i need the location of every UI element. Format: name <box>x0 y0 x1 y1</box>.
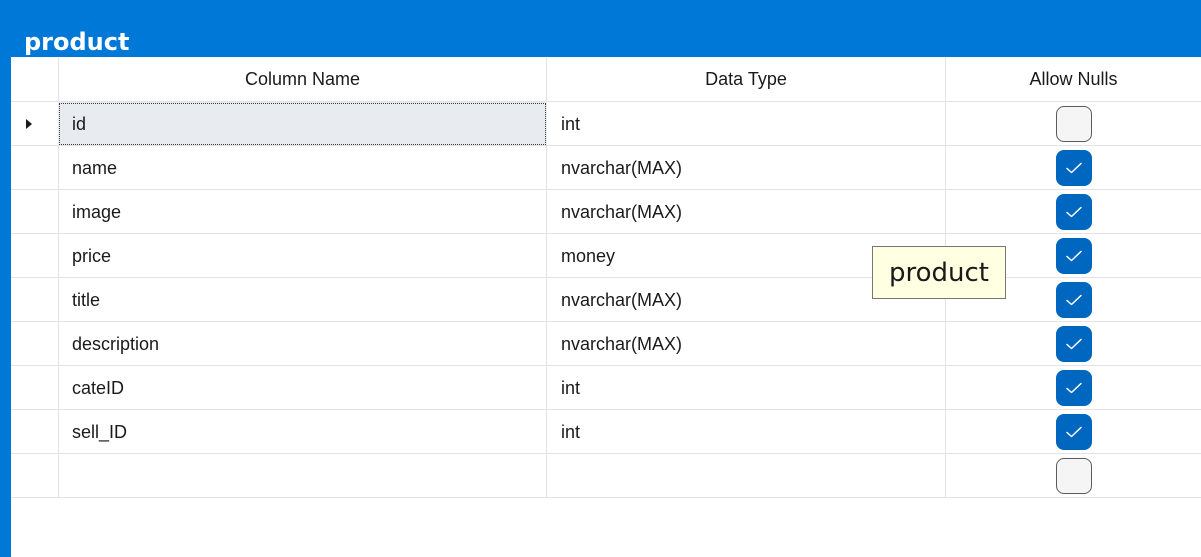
table-title-bar[interactable]: product <box>0 0 1201 57</box>
column-name-cell[interactable]: id <box>58 102 547 146</box>
checkmark-icon <box>1065 250 1082 262</box>
data-type-cell[interactable] <box>547 454 945 498</box>
checkmark-icon <box>1065 294 1082 306</box>
checkmark-icon <box>1065 206 1082 218</box>
table-title: product <box>24 28 130 56</box>
table-row[interactable]: description nvarchar(MAX) <box>11 322 1201 366</box>
allow-nulls-checkbox[interactable] <box>1055 194 1092 230</box>
allow-nulls-checkbox[interactable] <box>1055 150 1092 186</box>
checkmark-icon <box>1065 426 1082 438</box>
row-selector-header[interactable] <box>11 57 58 101</box>
table-name-tooltip: product <box>872 246 1006 299</box>
table-row[interactable]: title nvarchar(MAX) <box>11 278 1201 322</box>
allow-nulls-checkbox[interactable] <box>1055 282 1092 318</box>
column-name-cell[interactable]: name <box>58 146 547 190</box>
allow-nulls-cell <box>946 102 1201 146</box>
data-type-cell[interactable]: nvarchar(MAX) <box>547 146 945 190</box>
allow-nulls-cell <box>946 454 1201 498</box>
allow-nulls-checkbox[interactable] <box>1055 326 1092 362</box>
data-type-cell[interactable]: nvarchar(MAX) <box>547 190 945 234</box>
window-left-border <box>0 0 11 557</box>
data-type-cell[interactable]: int <box>547 102 945 146</box>
column-name-cell[interactable]: cateID <box>58 366 547 410</box>
checkmark-icon <box>1065 338 1082 350</box>
column-name-cell[interactable]: price <box>58 234 547 278</box>
data-type-cell[interactable]: int <box>547 366 945 410</box>
allow-nulls-header[interactable]: Allow Nulls <box>946 57 1201 101</box>
row-divider <box>11 497 1201 498</box>
column-name-cell[interactable]: sell_ID <box>58 410 547 454</box>
column-name-cell[interactable]: description <box>58 322 547 366</box>
table-row[interactable]: name nvarchar(MAX) <box>11 146 1201 190</box>
new-column-row[interactable] <box>11 454 1201 498</box>
table-row[interactable]: cateID int <box>11 366 1201 410</box>
column-name-cell[interactable]: image <box>58 190 547 234</box>
column-name-cell[interactable] <box>58 454 547 498</box>
current-row-arrow-icon <box>26 119 32 129</box>
allow-nulls-cell <box>946 366 1201 410</box>
allow-nulls-cell <box>946 190 1201 234</box>
checkmark-icon <box>1065 382 1082 394</box>
table-row[interactable]: id int <box>11 102 1201 146</box>
checkmark-icon <box>1065 162 1082 174</box>
data-type-header[interactable]: Data Type <box>547 57 945 101</box>
data-type-cell[interactable]: nvarchar(MAX) <box>547 322 945 366</box>
column-grid: Column Name Data Type Allow Nulls id int n… <box>11 57 1201 557</box>
allow-nulls-cell <box>946 146 1201 190</box>
allow-nulls-checkbox[interactable] <box>1055 238 1092 274</box>
table-row[interactable]: image nvarchar(MAX) <box>11 190 1201 234</box>
allow-nulls-checkbox[interactable] <box>1055 458 1092 494</box>
allow-nulls-cell <box>946 322 1201 366</box>
allow-nulls-checkbox[interactable] <box>1055 414 1092 450</box>
allow-nulls-checkbox[interactable] <box>1055 370 1092 406</box>
allow-nulls-checkbox[interactable] <box>1055 106 1092 142</box>
data-type-cell[interactable]: int <box>547 410 945 454</box>
table-designer-window: product Column Name Data Type Allow Null… <box>0 0 1201 557</box>
column-name-cell[interactable]: title <box>58 278 547 322</box>
table-row[interactable]: sell_ID int <box>11 410 1201 454</box>
allow-nulls-cell <box>946 410 1201 454</box>
column-name-header[interactable]: Column Name <box>58 57 547 101</box>
table-row[interactable]: price money <box>11 234 1201 278</box>
